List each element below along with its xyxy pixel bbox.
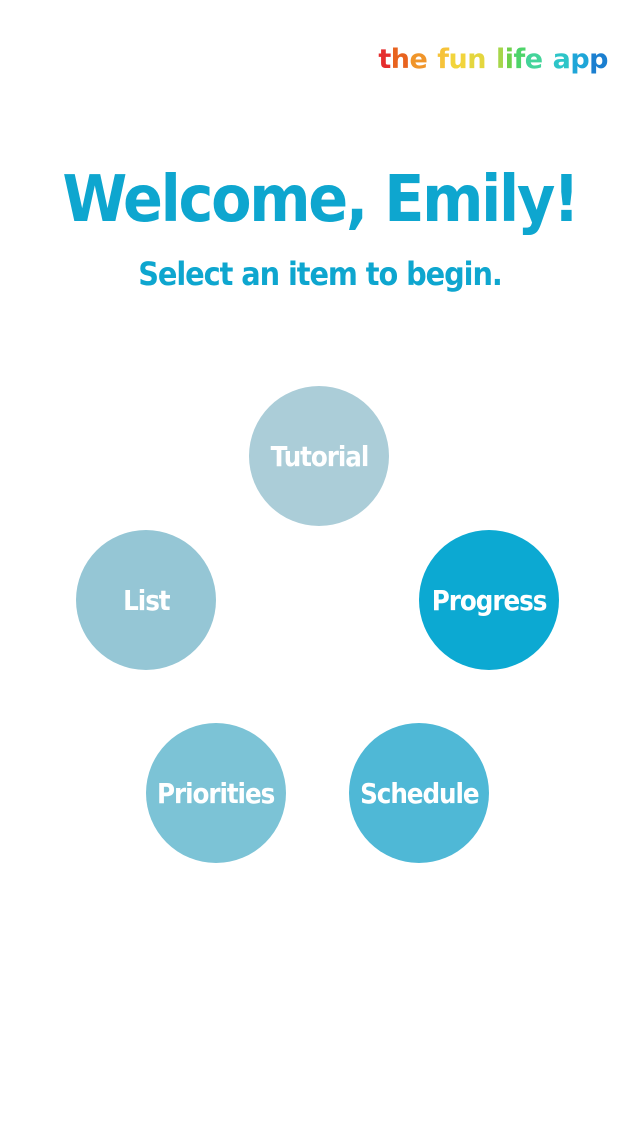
- app-logo: the fun life app: [378, 44, 608, 75]
- logo-letter: p: [570, 44, 590, 75]
- welcome-title: Welcome, Emily!: [62, 163, 579, 237]
- tutorial-button-label: Tutorial: [270, 439, 369, 473]
- logo-letter: t: [378, 44, 391, 75]
- instruction-subtitle: Select an item to begin.: [138, 255, 503, 293]
- schedule-button[interactable]: Schedule: [349, 723, 489, 863]
- logo-letter: e: [409, 44, 428, 75]
- priorities-button-label: Priorities: [157, 776, 275, 810]
- list-button[interactable]: List: [76, 530, 216, 670]
- logo-letter: f: [437, 44, 449, 75]
- list-button-label: List: [122, 583, 170, 617]
- logo-letter: i: [504, 44, 514, 75]
- logo-letter: h: [390, 44, 410, 75]
- logo-letter: f: [513, 44, 526, 75]
- priorities-button[interactable]: Priorities: [146, 723, 286, 863]
- logo-letter: n: [467, 44, 487, 75]
- logo-letter: u: [448, 44, 468, 75]
- logo-letter: e: [524, 44, 543, 75]
- logo-letter: p: [589, 44, 608, 75]
- schedule-button-label: Schedule: [359, 776, 480, 810]
- logo-letter: a: [552, 44, 571, 75]
- progress-button-label: Progress: [431, 583, 548, 617]
- tutorial-button[interactable]: Tutorial: [249, 386, 389, 526]
- logo-letter: l: [496, 44, 505, 75]
- progress-button[interactable]: Progress: [419, 530, 559, 670]
